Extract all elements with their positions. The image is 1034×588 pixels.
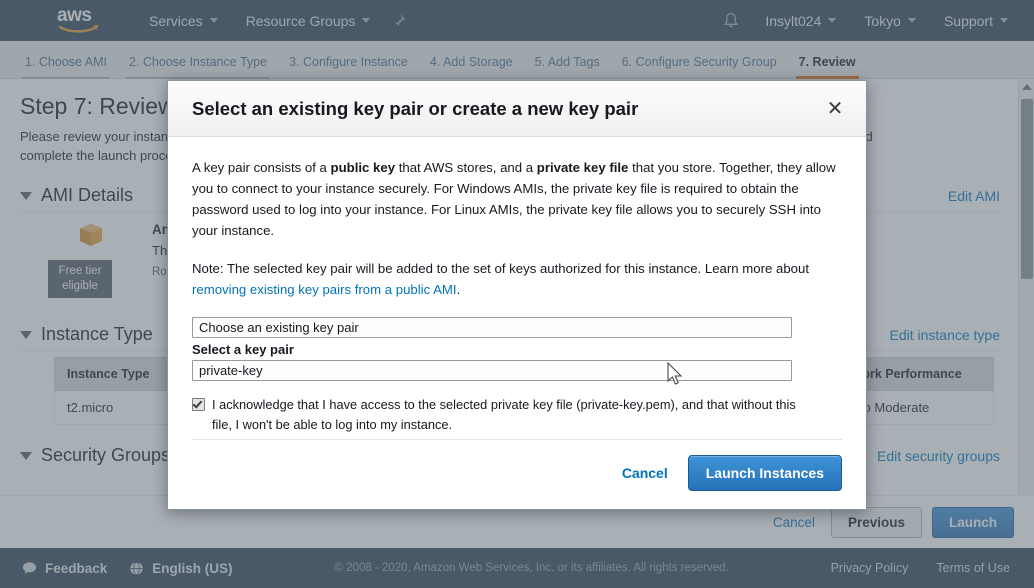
keypair-select[interactable]: private-key [192, 360, 792, 381]
launch-instances-button[interactable]: Launch Instances [687, 455, 842, 491]
acknowledge-row: I acknowledge that I have access to the … [192, 395, 804, 435]
removing-key-pairs-link[interactable]: removing existing key pairs from a publi… [192, 282, 457, 297]
acknowledge-checkbox[interactable] [192, 398, 205, 411]
dialog-header: Select an existing key pair or create a … [168, 81, 866, 137]
keypair-action-value: Choose an existing key pair [199, 320, 359, 335]
p1-part-c: that AWS stores, and a [395, 160, 537, 175]
checkmark-icon [192, 398, 203, 409]
aws-console-page: aws Services Resource Groups Insylt024 [0, 0, 1034, 588]
p1-private-key-file: private key file [536, 160, 629, 175]
dialog-cancel-link[interactable]: Cancel [616, 465, 674, 481]
p2-part-b: . [456, 282, 461, 297]
key-pair-dialog: Select an existing key pair or create a … [167, 80, 867, 510]
p1-part-a: A key pair consists of a [192, 160, 331, 175]
close-icon[interactable]: ✕ [820, 94, 850, 124]
p1-public-key: public key [330, 160, 396, 175]
p2-part-a: Note: The selected key pair will be adde… [192, 261, 809, 276]
keypair-action-select[interactable]: Choose an existing key pair [192, 317, 792, 338]
acknowledge-label: I acknowledge that I have access to the … [212, 397, 796, 432]
keypair-select-wrap: private-key [192, 360, 792, 381]
select-keypair-label: Select a key pair [192, 342, 294, 357]
dialog-footer: Cancel Launch Instances [192, 439, 842, 509]
dialog-title: Select an existing key pair or create a … [192, 97, 639, 119]
dialog-paragraph-2: Note: The selected key pair will be adde… [192, 258, 842, 300]
keypair-action-select-wrap: Choose an existing key pair [192, 317, 792, 338]
dialog-paragraph-1: A key pair consists of a public key that… [192, 157, 842, 241]
dialog-body: A key pair consists of a public key that… [168, 137, 866, 439]
keypair-value: private-key [199, 363, 263, 378]
